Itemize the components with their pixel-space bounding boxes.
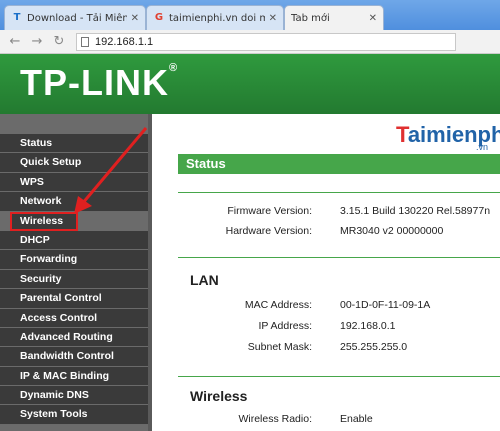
url-input[interactable]: 192.168.1.1 [76,32,456,51]
sidebar-item-forwarding[interactable]: Forwarding [0,250,148,270]
firmware-label: Firmware Version: [227,205,312,217]
tab-new[interactable]: Tab mới ✕ [284,5,384,30]
sidebar-item-ip-mac-binding[interactable]: IP & MAC Binding [0,366,148,387]
sidebar-item-bandwidth-control[interactable]: Bandwidth Control [0,347,148,367]
divider [178,192,500,193]
sidebar-item-advanced-routing[interactable]: Advanced Routing [0,327,148,348]
firmware-value: 3.15.1 Build 130220 Rel.58977n [340,205,491,217]
reload-icon[interactable]: ↻ [50,34,68,49]
router-header: TP-LINK® [0,54,500,114]
sidebar-menu: Status Quick Setup WPS Network Wireless … [0,114,152,431]
tp-link-logo: TP-LINK® [20,62,179,103]
url-text: 192.168.1.1 [95,35,154,48]
back-icon[interactable]: ← [6,34,24,49]
forward-icon[interactable]: → [28,34,46,49]
main-content: Taimienphi .vn Status Firmware Version: … [166,114,500,431]
close-icon[interactable]: ✕ [269,13,277,24]
sidebar-item-access-control[interactable]: Access Control [0,308,148,328]
wireless-radio-value: Enable [340,413,373,425]
page-icon [81,36,89,47]
sidebar-item-security[interactable]: Security [0,269,148,290]
lan-title: LAN [190,272,219,288]
close-icon[interactable]: ✕ [369,13,377,24]
divider [178,257,500,258]
sidebar-item-network[interactable]: Network [0,192,148,212]
tab-label: Tab mới [291,12,330,24]
hardware-value: MR3040 v2 00000000 [340,225,444,237]
wireless-title: Wireless [190,388,248,404]
sidebar-item-quick-setup[interactable]: Quick Setup [0,153,148,173]
address-bar: ← → ↻ 192.168.1.1 [0,30,500,54]
mac-value: 00-1D-0F-11-09-1A [340,299,431,311]
mask-label: Subnet Mask: [247,341,312,353]
sidebar-item-dhcp[interactable]: DHCP [0,230,148,251]
close-icon[interactable]: ✕ [131,13,139,24]
status-title-bar: Status [178,154,500,174]
tab-download[interactable]: T Download - Tải Miễn Phí ✕ [4,5,146,30]
sidebar-item-dynamic-dns[interactable]: Dynamic DNS [0,386,148,406]
sidebar-item-status[interactable]: Status [0,134,148,154]
wireless-radio-label: Wireless Radio: [238,413,312,425]
mac-label: MAC Address: [244,299,312,311]
taimienphi-logo-suffix: .vn [476,142,489,152]
tab-taimienphi[interactable]: G taimienphi.vn doi mat kh ✕ [146,5,284,30]
tab-label: Download - Tải Miễn Phí [27,12,127,24]
google-icon: G [154,12,164,23]
sidebar-item-parental-control[interactable]: Parental Control [0,289,148,309]
tab-favicon-icon: T [13,12,21,23]
tab-label: taimienphi.vn doi mat kh [169,12,265,24]
sidebar-border [148,114,152,431]
sidebar-item-system-tools[interactable]: System Tools [0,405,148,425]
sidebar-item-wps[interactable]: WPS [0,172,148,193]
ip-value: 192.168.0.1 [340,320,396,332]
browser-tab-bar: T Download - Tải Miễn Phí ✕ G taimienphi… [0,0,500,30]
hardware-label: Hardware Version: [225,225,312,237]
sidebar-item-wireless[interactable]: Wireless [10,211,78,231]
ip-label: IP Address: [258,320,312,332]
mask-value: 255.255.255.0 [340,341,408,353]
divider [178,376,500,377]
